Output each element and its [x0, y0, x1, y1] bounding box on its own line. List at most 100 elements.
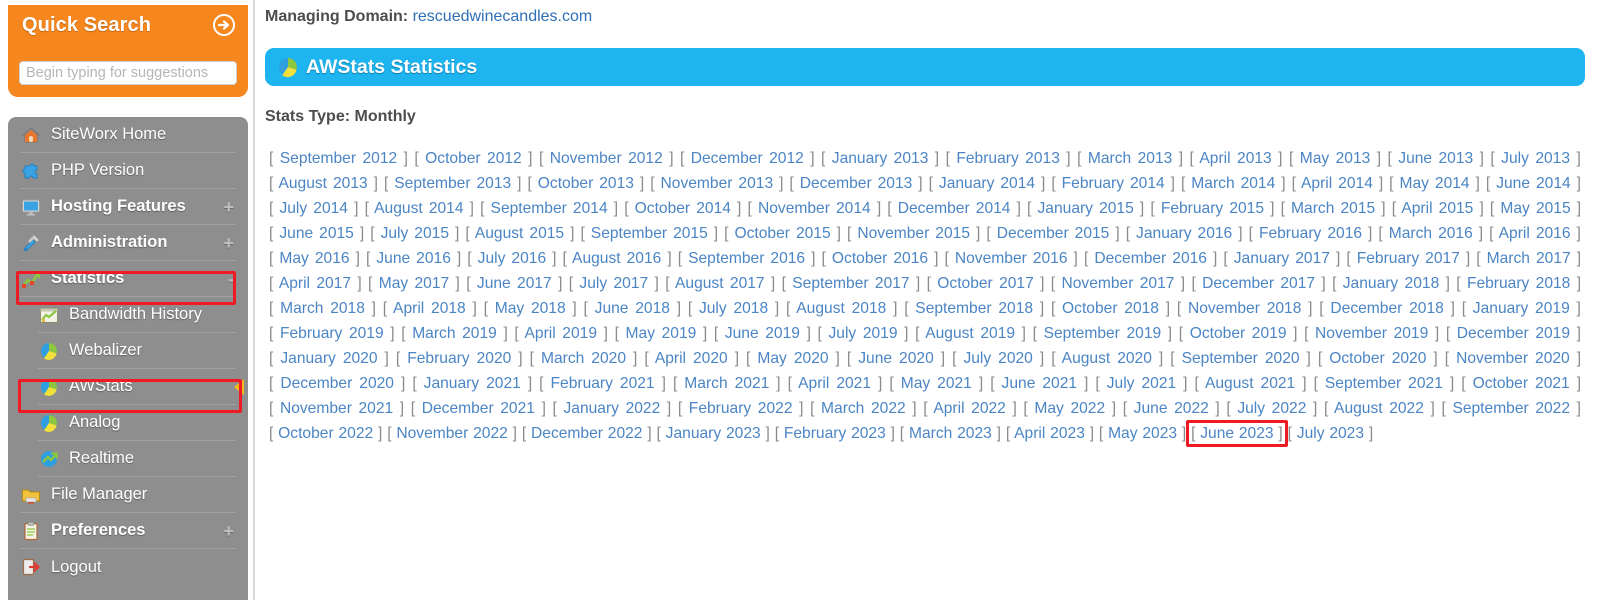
month-link[interactable]: October 2012 [425, 150, 522, 167]
month-link[interactable]: May 2023 [1108, 425, 1177, 442]
month-link[interactable]: February 2017 [1357, 250, 1460, 267]
sidebar-item-hosting-features[interactable]: Hosting Features + [20, 189, 236, 225]
month-link[interactable]: October 2020 [1329, 350, 1426, 367]
month-link[interactable]: December 2014 [898, 200, 1011, 217]
expand-plus-icon[interactable]: + [223, 198, 234, 216]
month-link[interactable]: September 2018 [915, 300, 1033, 317]
month-link[interactable]: November 2014 [758, 200, 871, 217]
month-link[interactable]: March 2022 [821, 400, 906, 417]
month-link[interactable]: November 2019 [1315, 325, 1428, 342]
month-link[interactable]: December 2018 [1330, 300, 1443, 317]
month-link[interactable]: April 2013 [1199, 150, 1271, 167]
month-link[interactable]: January 2016 [1136, 225, 1232, 242]
month-link[interactable]: February 2023 [784, 425, 886, 442]
month-link[interactable]: October 2017 [937, 275, 1034, 292]
month-link[interactable]: March 2018 [280, 300, 365, 317]
month-link[interactable]: July 2015 [381, 225, 449, 242]
month-link[interactable]: March 2013 [1088, 150, 1172, 167]
month-link[interactable]: June 2016 [376, 250, 451, 267]
month-link[interactable]: March 2017 [1487, 250, 1571, 267]
month-link[interactable]: October 2022 [278, 425, 373, 442]
month-link[interactable]: February 2013 [956, 150, 1060, 167]
month-link[interactable]: June 2014 [1496, 175, 1570, 192]
month-link[interactable]: December 2020 [280, 375, 394, 392]
month-link[interactable]: July 2013 [1501, 150, 1570, 167]
sidebar-item-webalizer[interactable]: Webalizer [38, 333, 236, 369]
month-link[interactable]: August 2020 [1062, 350, 1152, 367]
month-link[interactable]: August 2018 [796, 300, 886, 317]
month-link[interactable]: February 2016 [1259, 225, 1362, 242]
month-link[interactable]: January 2021 [424, 375, 521, 392]
month-link[interactable]: March 2014 [1191, 175, 1275, 192]
month-link[interactable]: July 2023 [1297, 425, 1364, 442]
month-link[interactable]: December 2019 [1457, 325, 1570, 342]
arrow-circle-right-icon[interactable] [213, 14, 235, 36]
month-link[interactable]: November 2021 [280, 400, 393, 417]
month-link[interactable]: July 2021 [1107, 375, 1176, 392]
month-link[interactable]: December 2017 [1202, 275, 1315, 292]
month-link[interactable]: April 2016 [1499, 225, 1571, 242]
month-link[interactable]: August 2015 [475, 225, 564, 242]
month-link[interactable]: September 2022 [1452, 400, 1570, 417]
month-link[interactable]: May 2013 [1300, 150, 1371, 167]
month-link[interactable]: November 2016 [955, 250, 1068, 267]
month-link[interactable]: May 2016 [279, 250, 349, 267]
month-link[interactable]: August 2014 [374, 200, 463, 217]
month-link[interactable]: May 2017 [379, 275, 449, 292]
month-link[interactable]: June 2021 [1002, 375, 1078, 392]
collapse-minus-icon[interactable]: - [228, 270, 234, 288]
month-link[interactable]: March 2020 [541, 350, 626, 367]
sidebar-item-preferences[interactable]: Preferences + [20, 513, 236, 549]
month-link[interactable]: August 2017 [675, 275, 765, 292]
month-link[interactable]: April 2022 [933, 400, 1006, 417]
month-link[interactable]: November 2015 [857, 225, 970, 242]
month-link[interactable]: November 2017 [1061, 275, 1174, 292]
expand-plus-icon[interactable]: + [223, 522, 234, 540]
month-link[interactable]: July 2018 [699, 300, 768, 317]
month-link[interactable]: September 2014 [491, 200, 608, 217]
month-link[interactable]: August 2013 [278, 175, 367, 192]
month-link[interactable]: April 2021 [798, 375, 871, 392]
month-link[interactable]: September 2012 [280, 150, 397, 167]
month-link[interactable]: April 2019 [525, 325, 598, 342]
month-link[interactable]: March 2015 [1291, 200, 1375, 217]
month-link[interactable]: July 2016 [478, 250, 546, 267]
month-link[interactable]: January 2015 [1038, 200, 1134, 217]
month-link[interactable]: April 2017 [279, 275, 351, 292]
month-link[interactable]: May 2019 [626, 325, 697, 342]
month-link[interactable]: July 2017 [579, 275, 648, 292]
month-link[interactable]: May 2018 [495, 300, 566, 317]
month-link[interactable]: February 2021 [551, 375, 655, 392]
month-link[interactable]: January 2019 [1473, 300, 1570, 317]
month-link[interactable]: November 2013 [661, 175, 774, 192]
month-link[interactable]: January 2017 [1234, 250, 1330, 267]
month-link[interactable]: February 2014 [1062, 175, 1165, 192]
month-link[interactable]: January 2023 [666, 425, 761, 442]
month-link[interactable]: January 2022 [563, 400, 660, 417]
month-link[interactable]: October 2015 [734, 225, 830, 242]
sidebar-item-statistics[interactable]: Statistics - [20, 261, 236, 297]
month-link[interactable]: August 2016 [572, 250, 661, 267]
month-link[interactable]: June 2018 [595, 300, 670, 317]
month-link[interactable]: September 2015 [591, 225, 708, 242]
month-link[interactable]: July 2014 [279, 200, 348, 217]
month-link[interactable]: February 2020 [407, 350, 511, 367]
month-link[interactable]: September 2013 [394, 175, 511, 192]
month-link[interactable]: December 2022 [531, 425, 642, 442]
month-link[interactable]: June 2022 [1134, 400, 1209, 417]
month-link[interactable]: October 2014 [635, 200, 731, 217]
month-link[interactable]: March 2016 [1389, 225, 1473, 242]
sidebar-item-file-manager[interactable]: File Manager [20, 477, 236, 513]
month-link[interactable]: October 2013 [538, 175, 634, 192]
sidebar-item-administration[interactable]: Administration + [20, 225, 236, 261]
month-link[interactable]: January 2020 [280, 350, 377, 367]
month-link[interactable]: July 2020 [963, 350, 1032, 367]
month-link[interactable]: August 2021 [1205, 375, 1295, 392]
month-link[interactable]: November 2020 [1456, 350, 1570, 367]
month-link[interactable]: June 2019 [725, 325, 800, 342]
month-link[interactable]: August 2019 [925, 325, 1015, 342]
month-link[interactable]: October 2021 [1473, 375, 1570, 392]
month-link[interactable]: March 2021 [684, 375, 769, 392]
month-link[interactable]: September 2017 [792, 275, 909, 292]
month-link[interactable]: May 2014 [1399, 175, 1469, 192]
